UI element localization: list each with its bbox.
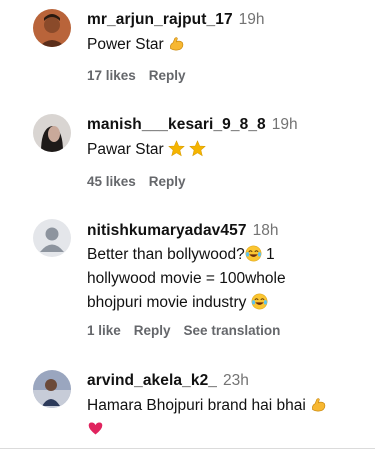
comment-input-divider	[0, 448, 375, 459]
laughing-icon	[251, 293, 268, 310]
star-icon	[168, 140, 185, 157]
comment-text: Pawar Star	[87, 138, 362, 162]
comment-text-line: 1	[261, 246, 275, 263]
reply-button[interactable]: Reply	[149, 68, 186, 83]
reply-button[interactable]: Reply	[149, 174, 186, 189]
comment-text-line: hollywood movie = 100whole	[87, 270, 286, 287]
username[interactable]: arvind_akela_k2_	[87, 372, 217, 389]
comment-time: 19h	[238, 11, 265, 28]
heart-icon	[87, 420, 104, 437]
reply-button[interactable]: Reply	[134, 323, 171, 338]
comment-time: 19h	[271, 116, 298, 133]
flexed-biceps-icon	[310, 396, 327, 413]
comment-text: Better than bollywood? 1 hollywood movie…	[87, 243, 362, 315]
username[interactable]: mr_arjun_rajput_17	[87, 11, 233, 28]
like-count[interactable]: 17 likes	[87, 68, 136, 83]
comment-time: 23h	[223, 372, 249, 389]
comment-text: Hamara Bhojpuri brand hai bhai	[87, 394, 362, 442]
see-translation-link[interactable]: See translation	[184, 323, 281, 338]
avatar[interactable]	[33, 370, 71, 408]
comment-text: Power Star	[87, 33, 362, 57]
comment-text-content: Hamara Bhojpuri brand hai bhai	[87, 397, 306, 414]
comment-text-line: bhojpuri movie industry	[87, 294, 247, 311]
username[interactable]: manish___kesari_9_8_8	[87, 116, 266, 133]
laughing-icon	[245, 245, 262, 262]
avatar[interactable]	[33, 9, 71, 47]
avatar[interactable]	[33, 114, 71, 152]
comment-text-content: Power Star	[87, 36, 164, 53]
flexed-biceps-icon	[168, 35, 185, 52]
username[interactable]: nitishkumaryadav457	[87, 222, 247, 239]
comment-text-content: Pawar Star	[87, 141, 164, 158]
comment-time: 18h	[252, 222, 279, 239]
avatar[interactable]	[33, 219, 71, 257]
like-count[interactable]: 45 likes	[87, 174, 136, 189]
star-icon	[189, 140, 207, 157]
comment-text-line: Better than bollywood?	[87, 246, 245, 263]
like-count[interactable]: 1 like	[87, 323, 121, 338]
